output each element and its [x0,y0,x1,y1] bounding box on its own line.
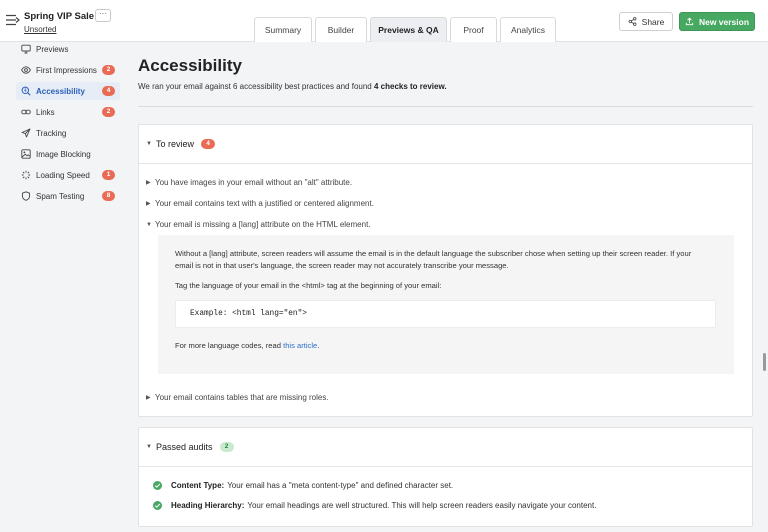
scrollbar-thumb[interactable] [763,353,766,371]
sidebar-item-label: Image Blocking [36,149,91,159]
more-info-text: For more language codes, read [175,341,284,350]
caret-right-icon: ▶ [146,180,151,186]
new-version-label: New version [698,16,750,27]
sidebar-item-tracking[interactable]: Tracking [16,124,120,142]
link-icon [21,109,31,115]
caret-right-icon: ▶ [146,201,151,207]
issue-text: Your email is missing a [lang] attribute… [155,220,371,229]
detail-line: email is not in that user's language, th… [175,261,509,270]
passed-audits-count: 2 [219,442,234,452]
sidebar-item-label: First Impressions [36,65,97,75]
share-button[interactable]: Share [619,12,673,31]
audit-text: Your email has a "meta content-type" and… [227,481,454,490]
sidebar-badge: 1 [102,170,115,180]
passed-audits-header[interactable]: ▼ Passed audits 2 [139,428,752,467]
issue-detail-panel: Without a [lang] attribute, screen reade… [158,235,734,374]
tab-builder[interactable]: Builder [315,17,367,42]
sidebar-item-links[interactable]: Links 2 [16,103,120,121]
tab-proof[interactable]: Proof [450,17,497,42]
issue-row[interactable]: ▶ You have images in your email without … [146,178,352,187]
to-review-header[interactable]: ▼ To review 4 [139,125,752,164]
caret-down-icon: ▼ [146,444,152,450]
new-version-button[interactable]: New version [679,12,755,31]
sidebar-item-label: Tracking [36,128,67,138]
sidebar-item-accessibility[interactable]: Accessibility 4 [16,82,120,100]
sidebar-badge: 2 [102,65,115,75]
passed-audit-row: Heading Hierarchy: Your email headings a… [153,501,596,510]
share-icon [628,17,637,26]
sidebar-badge: 8 [102,191,115,201]
sidebar-item-first-impressions[interactable]: First Impressions 2 [16,61,120,79]
eye-icon [21,66,31,74]
tab-summary[interactable]: Summary [254,17,312,42]
shield-icon [21,191,31,201]
passed-audits-title: Passed audits [156,442,213,452]
sidebar-item-previews[interactable]: Previews [16,40,120,58]
sidebar-item-image-blocking[interactable]: Image Blocking [16,145,120,163]
image-icon [21,149,31,159]
sidebar-item-label: Previews [36,44,69,54]
accessibility-search-icon [21,86,31,96]
issue-text: Your email contains tables that are miss… [155,393,329,402]
share-label: Share [641,16,665,27]
sidebar-badge: 4 [102,86,115,96]
sidebar-item-loading-speed[interactable]: Loading Speed 1 [16,166,120,184]
page-description: We ran your email against 6 accessibilit… [138,82,447,91]
menu-collapse-icon[interactable] [6,14,20,26]
main-tabs: Summary Builder Previews & QA Proof Anal… [254,17,556,42]
sidebar-item-label: Links [36,107,55,117]
to-review-count: 4 [201,139,216,149]
issue-text: Your email contains text with a justifie… [155,199,374,208]
issue-text: You have images in your email without an… [155,178,353,187]
check-circle-icon [153,501,162,510]
passed-audits-card: ▼ Passed audits 2 Content Type: Your ema… [138,427,753,527]
to-review-title: To review [156,139,195,149]
detail-more-info: For more language codes, read this artic… [175,340,720,352]
sidebar-badge: 2 [102,107,115,117]
article-link[interactable]: this article [283,341,317,350]
more-options-button[interactable]: ··· [95,9,111,22]
app-header: Spring VIP Sale ··· Unsorted Summary Bui… [0,0,768,42]
detail-line: Without a [lang] attribute, screen reade… [175,249,692,258]
sidebar: Previews First Impressions 2 Accessibili… [0,42,128,532]
audit-label: Heading Hierarchy: [171,501,245,510]
code-example: Example: <html lang="en"> [175,300,716,328]
description-bold: 4 checks to review. [373,82,447,91]
issue-row-expanded[interactable]: ▼ Your email is missing a [lang] attribu… [146,220,371,229]
sidebar-item-spam-testing[interactable]: Spam Testing 8 [16,187,120,205]
tab-previews-qa[interactable]: Previews & QA [370,17,447,42]
monitor-icon [21,44,31,54]
send-icon [21,128,31,138]
passed-audit-row: Content Type: Your email has a "meta con… [153,481,453,490]
upload-icon [685,17,694,26]
caret-down-icon: ▼ [146,141,152,147]
sidebar-item-label: Loading Speed [36,170,90,180]
caret-right-icon: ▶ [146,395,151,401]
issue-row[interactable]: ▶ Your email contains tables that are mi… [146,393,329,402]
email-title: Spring VIP Sale [24,11,95,22]
issue-row[interactable]: ▶ Your email contains text with a justif… [146,199,374,208]
check-circle-icon [153,481,162,490]
detail-paragraph: Without a [lang] attribute, screen reade… [175,248,720,272]
tab-analytics[interactable]: Analytics [500,17,556,42]
divider [138,106,753,107]
loader-icon [21,170,31,180]
page-title: Accessibility [138,56,242,75]
audit-label: Content Type: [171,481,225,490]
to-review-card: ▼ To review 4 ▶ You have images in your … [138,124,753,417]
audit-text: Your email headings are well structured.… [247,501,597,510]
detail-instruction: Tag the language of your email in the <h… [175,281,442,290]
caret-down-icon: ▼ [146,221,152,228]
more-info-period: . [317,341,320,350]
sidebar-item-label: Spam Testing [36,191,85,201]
folder-link[interactable]: Unsorted [24,25,56,34]
sidebar-item-label: Accessibility [36,86,85,96]
description-text: We ran your email against 6 accessibilit… [138,82,374,91]
